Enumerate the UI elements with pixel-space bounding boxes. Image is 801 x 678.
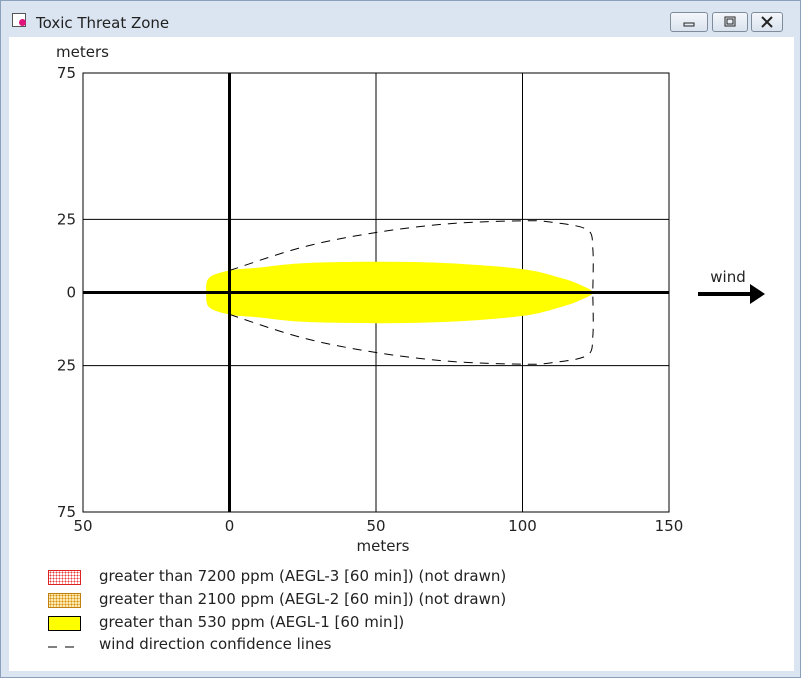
aegl2-swatch: [48, 593, 81, 608]
legend-label: greater than 7200 ppm (AEGL-3 [60 min]) …: [99, 567, 507, 585]
legend-label: greater than 530 ppm (AEGL-1 [60 min]): [99, 613, 405, 631]
x-tick-label: 50: [366, 517, 385, 535]
threat-zone-chart: 50 0 50 100 150 75 25 0 25 75 meters meters wind: [56, 43, 765, 555]
y-tick-label: 0: [66, 284, 76, 302]
y-tick-label: 75: [57, 503, 76, 521]
wind-arrow-icon: [698, 284, 765, 304]
x-axis-label: meters: [357, 537, 410, 555]
y-tick-label: 25: [57, 357, 76, 375]
y-axis-label: meters: [56, 43, 109, 61]
toxic-threat-zone-window: Toxic Threat Zone 50 0 50 100 150 75 25 0 25 75 m…: [0, 0, 801, 678]
legend-label: greater than 2100 ppm (AEGL-2 [60 min]) …: [99, 590, 507, 608]
y-tick-label: 75: [57, 64, 76, 82]
aegl3-swatch: [48, 570, 81, 585]
x-tick-label: 100: [508, 517, 537, 535]
dashed-line-swatch: [48, 646, 81, 648]
wind-label: wind: [710, 268, 745, 286]
x-tick-label: 50: [73, 517, 92, 535]
aegl1-swatch: [48, 616, 81, 631]
y-tick-label: 25: [57, 210, 76, 228]
legend-label: wind direction confidence lines: [99, 635, 332, 653]
x-tick-label: 150: [655, 517, 684, 535]
x-tick-label: 0: [225, 517, 235, 535]
